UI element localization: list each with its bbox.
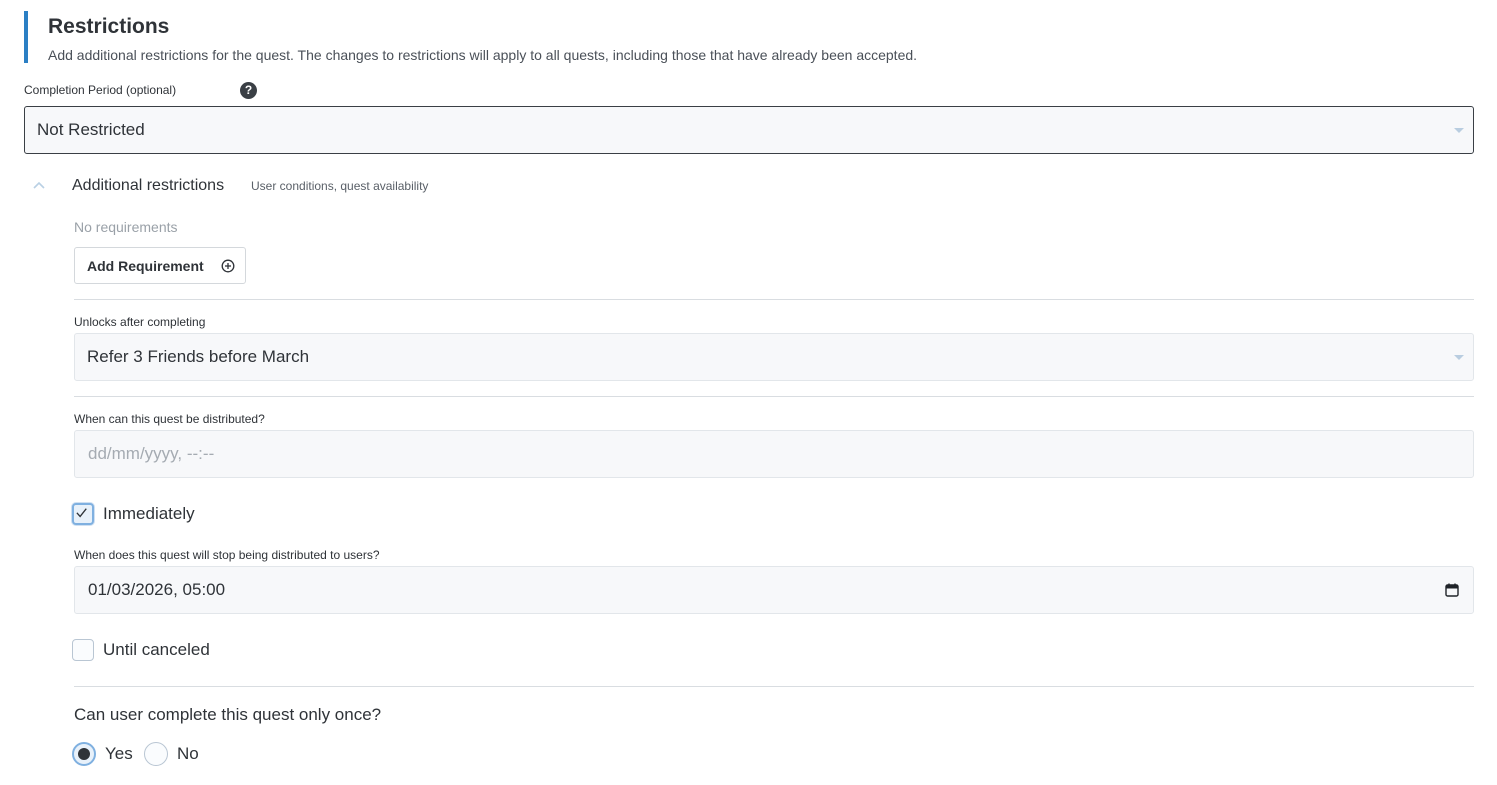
distribution-start-input[interactable]: dd/mm/yyyy, --:--	[74, 430, 1474, 478]
check-icon	[76, 508, 87, 518]
radio-yes[interactable]	[72, 742, 96, 766]
distribution-end-value: 01/03/2026, 05:00	[88, 580, 226, 599]
caret-down-icon	[1454, 128, 1464, 133]
section-description: Add additional restrictions for the ques…	[48, 47, 918, 63]
distribution-end-label: When does this quest will stop being dis…	[74, 548, 380, 562]
distribution-end-input[interactable]: 01/03/2026, 05:00	[74, 566, 1474, 614]
additional-restrictions-title[interactable]: Additional restrictions	[72, 176, 224, 196]
section-header: Restrictions Add additional restrictions…	[24, 11, 1024, 63]
until-canceled-checkbox[interactable]	[72, 639, 94, 661]
distribution-start-label: When can this quest be distributed?	[74, 412, 265, 426]
immediately-checkbox[interactable]	[72, 503, 94, 525]
radio-yes-label[interactable]: Yes	[105, 742, 133, 766]
divider	[74, 396, 1474, 397]
completion-period-value: Not Restricted	[37, 120, 145, 139]
unlocks-label: Unlocks after completing	[74, 315, 206, 329]
immediately-label[interactable]: Immediately	[103, 503, 195, 525]
additional-restrictions-hint: User conditions, quest availability	[251, 179, 429, 193]
divider	[74, 686, 1474, 687]
radio-no-label[interactable]: No	[177, 742, 199, 766]
completion-period-select[interactable]: Not Restricted	[24, 106, 1474, 154]
complete-once-question: Can user complete this quest only once?	[74, 705, 382, 724]
add-requirement-button[interactable]: Add Requirement	[74, 247, 246, 284]
radio-no[interactable]	[144, 742, 168, 766]
no-requirements-text: No requirements	[74, 219, 178, 235]
add-requirement-label: Add Requirement	[87, 257, 204, 274]
calendar-icon[interactable]	[1445, 583, 1459, 597]
unlocks-select[interactable]: Refer 3 Friends before March	[74, 333, 1474, 381]
question-circle-icon[interactable]: ?	[240, 82, 257, 99]
chevron-up-icon[interactable]	[33, 180, 45, 190]
section-title: Restrictions	[48, 15, 170, 38]
until-canceled-label[interactable]: Until canceled	[103, 639, 210, 661]
distribution-start-placeholder: dd/mm/yyyy, --:--	[88, 444, 215, 463]
plus-circle-icon	[221, 259, 235, 273]
unlocks-value: Refer 3 Friends before March	[87, 347, 310, 366]
divider	[74, 299, 1474, 300]
caret-down-icon	[1454, 355, 1464, 360]
completion-period-label: Completion Period (optional)	[24, 83, 177, 97]
